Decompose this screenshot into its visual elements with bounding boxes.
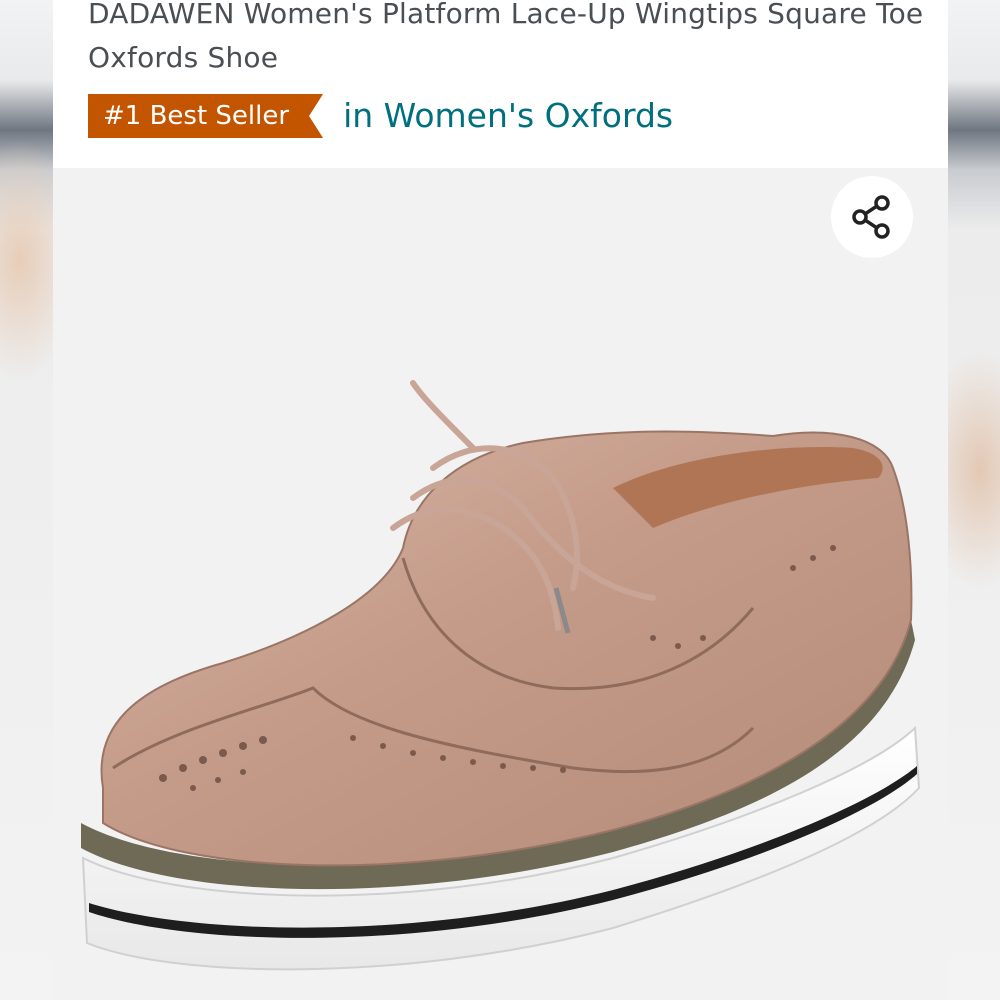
share-icon [852, 195, 890, 239]
best-seller-row: #1 Best Seller in Women's Oxfords [88, 93, 673, 139]
share-button[interactable] [831, 176, 913, 258]
product-title: DADAWEN Women's Platform Lace-Up Wingtip… [88, 0, 924, 74]
shoe-photo [81, 380, 921, 971]
best-seller-badge[interactable]: #1 Best Seller [88, 94, 323, 138]
product-image[interactable] [53, 168, 948, 1000]
category-link[interactable]: in Women's Oxfords [343, 94, 673, 138]
product-sheet: DADAWEN Women's Platform Lace-Up Wingtip… [53, 0, 948, 1000]
